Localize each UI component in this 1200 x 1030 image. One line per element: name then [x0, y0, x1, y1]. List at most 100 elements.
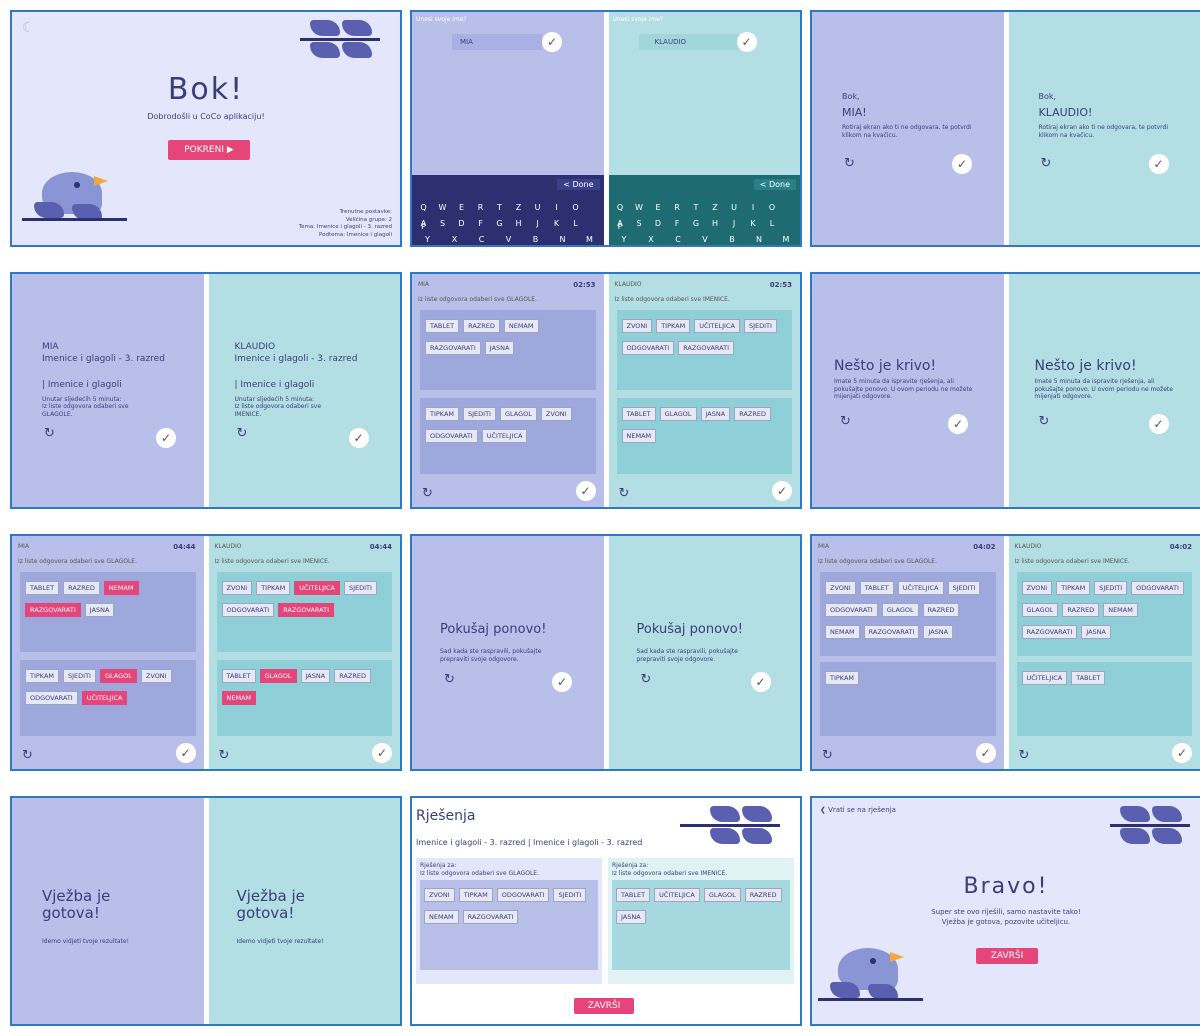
answer-chip[interactable]: ZVONI: [621, 319, 653, 333]
confirm-check-icon[interactable]: ✓: [542, 32, 562, 52]
answer-chip[interactable]: GLAGOL: [659, 407, 697, 421]
key[interactable]: C: [468, 235, 495, 244]
answer-chip[interactable]: TIPKAM: [256, 581, 291, 595]
answer-chip[interactable]: NEMAM: [1103, 603, 1138, 617]
confirm-check-icon[interactable]: ✓: [1148, 154, 1169, 174]
answer-chip[interactable]: UČITELJICA: [897, 581, 944, 595]
confirm-check-icon[interactable]: ✓: [552, 672, 572, 692]
answer-chip[interactable]: TABLET: [425, 319, 460, 333]
key[interactable]: X: [638, 235, 665, 244]
answer-chip-highlighted[interactable]: RAZGOVARATI: [278, 603, 334, 617]
key[interactable]: M: [773, 235, 800, 244]
answer-chip[interactable]: ZVONI: [221, 581, 253, 595]
confirm-check-icon[interactable]: ✓: [575, 481, 596, 501]
done-key[interactable]: < Done: [557, 179, 600, 190]
rotate-icon[interactable]: ↻: [22, 748, 33, 763]
answer-chip[interactable]: JASNA: [484, 341, 515, 355]
finish-button[interactable]: ZAVRŠI: [574, 998, 634, 1014]
rotate-icon[interactable]: ↻: [844, 156, 855, 171]
answer-chip-highlighted[interactable]: UČITELJICA: [294, 581, 340, 595]
answer-chip[interactable]: TIPKAM: [25, 669, 60, 683]
confirm-check-icon[interactable]: ✓: [975, 743, 996, 763]
rotate-icon[interactable]: ↻: [1041, 156, 1052, 171]
answer-chip[interactable]: TABLET: [1071, 671, 1106, 685]
confirm-check-icon[interactable]: ✓: [750, 672, 771, 692]
done-key[interactable]: < Done: [753, 179, 796, 190]
key[interactable]: X: [441, 235, 468, 244]
confirm-check-icon[interactable]: ✓: [156, 428, 176, 448]
answer-chip-highlighted[interactable]: NEMAM: [221, 691, 257, 705]
rotate-icon[interactable]: ↻: [422, 486, 433, 501]
key[interactable]: B: [719, 235, 746, 244]
rotate-icon[interactable]: ↻: [1019, 748, 1030, 763]
answer-chip[interactable]: ODGOVARATI: [825, 603, 878, 617]
key[interactable]: Y: [414, 235, 441, 244]
confirm-check-icon[interactable]: ✓: [948, 414, 968, 434]
key[interactable]: N: [549, 235, 576, 244]
answer-chip[interactable]: ODGOVARATI: [221, 603, 275, 617]
confirm-check-icon[interactable]: ✓: [1148, 414, 1169, 434]
answer-chip-highlighted[interactable]: UČITELJICA: [81, 691, 128, 705]
answer-chip[interactable]: RAZRED: [334, 669, 371, 683]
answer-chip[interactable]: TIPKAM: [1056, 581, 1091, 595]
answer-chip[interactable]: RAZGOVARATI: [678, 341, 734, 355]
answer-chip[interactable]: JASNA: [1081, 625, 1111, 639]
answer-chip[interactable]: SJEDITI: [343, 581, 377, 595]
rotate-icon[interactable]: ↻: [641, 672, 652, 687]
confirm-check-icon[interactable]: ✓: [952, 154, 972, 174]
confirm-check-icon[interactable]: ✓: [736, 32, 757, 52]
answer-chip[interactable]: RAZRED: [463, 319, 500, 333]
answer-chip[interactable]: RAZRED: [1062, 603, 1100, 617]
answer-chip[interactable]: ZVONI: [1021, 581, 1053, 595]
rotate-icon[interactable]: ↻: [444, 672, 455, 687]
rotate-icon[interactable]: ↻: [44, 426, 55, 441]
answer-chip[interactable]: ODGOVARATI: [621, 341, 675, 355]
answer-chip-highlighted[interactable]: NEMAM: [103, 581, 139, 595]
confirm-check-icon[interactable]: ✓: [372, 743, 392, 763]
answer-chip[interactable]: GLAGOL: [1021, 603, 1059, 617]
start-button[interactable]: POKRENI ▶: [168, 140, 250, 160]
confirm-check-icon[interactable]: ✓: [175, 743, 196, 763]
answer-chip[interactable]: TABLET: [221, 669, 256, 683]
rotate-icon[interactable]: ↻: [619, 486, 630, 501]
answer-chip[interactable]: TABLET: [859, 581, 894, 595]
answer-chip[interactable]: SJEDITI: [1094, 581, 1128, 595]
answer-chip[interactable]: RAZGOVARATI: [425, 341, 481, 355]
confirm-check-icon[interactable]: ✓: [1172, 743, 1192, 763]
key[interactable]: C: [665, 235, 692, 244]
answer-chip[interactable]: RAZGOVARATI: [863, 625, 920, 639]
answer-chip[interactable]: UČITELJICA: [1021, 671, 1068, 685]
answer-chip[interactable]: JASNA: [300, 669, 331, 683]
answer-chip[interactable]: SJEDITI: [63, 669, 96, 683]
rotate-icon[interactable]: ↻: [237, 426, 248, 441]
answer-chip[interactable]: ZVONI: [140, 669, 172, 683]
answer-chip[interactable]: GLAGOL: [881, 603, 919, 617]
answer-chip[interactable]: JASNA: [700, 407, 731, 421]
key[interactable]: B: [522, 235, 549, 244]
answer-chip[interactable]: SJEDITI: [463, 407, 496, 421]
answer-chip-highlighted[interactable]: GLAGOL: [259, 669, 297, 683]
answer-chip[interactable]: RAZRED: [734, 407, 771, 421]
answer-chip-highlighted[interactable]: GLAGOL: [99, 669, 137, 683]
answer-chip[interactable]: RAZRED: [63, 581, 100, 595]
answer-chip[interactable]: ODGOVARATI: [425, 429, 478, 443]
answer-chip[interactable]: SJEDITI: [743, 319, 777, 333]
answer-chip[interactable]: TABLET: [621, 407, 656, 421]
answer-chip[interactable]: ODGOVARATI: [25, 691, 78, 705]
finish-button[interactable]: ZAVRŠI: [976, 948, 1038, 964]
answer-chip[interactable]: RAZGOVARATI: [1021, 625, 1078, 639]
answer-chip[interactable]: NEMAM: [621, 429, 657, 443]
answer-chip[interactable]: ZVONI: [540, 407, 572, 421]
rotate-icon[interactable]: ↻: [822, 748, 833, 763]
answer-chip[interactable]: JASNA: [84, 603, 115, 617]
name-input-2[interactable]: KLAUDIO: [638, 34, 739, 50]
answer-chip[interactable]: UČITELJICA: [481, 429, 528, 443]
answer-chip[interactable]: ODGOVARATI: [1131, 581, 1184, 595]
back-link[interactable]: ❮ Vrati se na rješenja: [820, 806, 896, 814]
answer-chip[interactable]: TIPKAM: [425, 407, 460, 421]
key[interactable]: N: [746, 235, 773, 244]
answer-chip[interactable]: NEMAM: [503, 319, 539, 333]
key[interactable]: V: [495, 235, 522, 244]
answer-chip-highlighted[interactable]: RAZGOVARATI: [25, 603, 81, 617]
answer-chip[interactable]: JASNA: [923, 625, 954, 639]
